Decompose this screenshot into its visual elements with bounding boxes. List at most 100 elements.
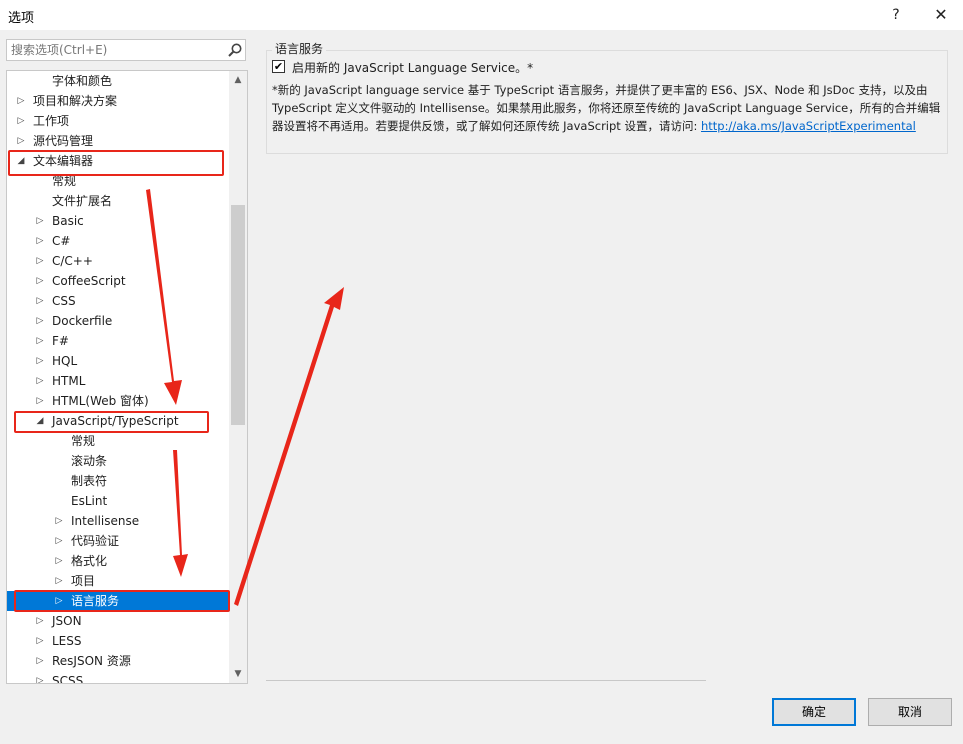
- tree-item[interactable]: EsLint: [7, 491, 229, 511]
- expand-arrow-icon[interactable]: [34, 191, 46, 211]
- expand-arrow-icon[interactable]: ▷: [34, 231, 46, 251]
- expand-arrow-icon[interactable]: [53, 471, 65, 491]
- expand-arrow-icon[interactable]: ▷: [34, 631, 46, 651]
- tree-item-label: HTML(Web 窗体): [52, 394, 149, 408]
- tree-item-label: 项目和解决方案: [33, 94, 118, 108]
- scroll-up-arrow[interactable]: ▲: [229, 71, 247, 89]
- tree-item[interactable]: 文件扩展名: [7, 191, 229, 211]
- tree-item-label: 项目: [71, 574, 96, 588]
- tree-item-label: C#: [52, 234, 71, 248]
- window-title: 选项: [8, 11, 35, 26]
- tree-item[interactable]: ▷ Basic: [7, 211, 229, 231]
- tree-item[interactable]: ▷ 项目和解决方案: [7, 91, 229, 111]
- tree-item-label: CoffeeScript: [52, 274, 126, 288]
- expand-arrow-icon[interactable]: ▷: [34, 331, 46, 351]
- highlight-text-editor: [8, 150, 224, 176]
- tree-item-label: C/C++: [52, 254, 93, 268]
- tree-item[interactable]: ▷ 源代码管理: [7, 131, 229, 151]
- tree-item[interactable]: ▷ 代码验证: [7, 531, 229, 551]
- tree-item[interactable]: ▷ F#: [7, 331, 229, 351]
- tree-item[interactable]: ▷ CoffeeScript: [7, 271, 229, 291]
- scroll-down-arrow[interactable]: ▼: [229, 665, 247, 683]
- tree-item-label: 工作项: [33, 114, 70, 128]
- expand-arrow-icon[interactable]: [53, 491, 65, 511]
- expand-arrow-icon[interactable]: ▷: [34, 271, 46, 291]
- tree-item-label: HTML: [52, 374, 86, 388]
- expand-arrow-icon[interactable]: ▷: [34, 351, 46, 371]
- tree-item-label: F#: [52, 334, 69, 348]
- checkbox-label[interactable]: 启用新的 JavaScript Language Service。*: [292, 59, 533, 76]
- arrow-to-panel: [234, 287, 344, 606]
- expand-arrow-icon[interactable]: ▷: [15, 131, 27, 151]
- ok-button[interactable]: 确定: [772, 698, 856, 726]
- cancel-button[interactable]: 取消: [868, 698, 952, 726]
- tree-item[interactable]: ▷ HQL: [7, 351, 229, 371]
- expand-arrow-icon[interactable]: [53, 431, 65, 451]
- expand-arrow-icon[interactable]: ▷: [53, 531, 65, 551]
- expand-arrow-icon[interactable]: ▷: [53, 571, 65, 591]
- tree-item-label: 滚动条: [71, 454, 108, 468]
- tree-item[interactable]: ▷ 工作项: [7, 111, 229, 131]
- tree-item-label: 常规: [71, 434, 96, 448]
- tree-item[interactable]: 常规: [7, 431, 229, 451]
- tree-item-label: Intellisense: [71, 514, 140, 528]
- tree-item[interactable]: ▷ 格式化: [7, 551, 229, 571]
- tree-item-label: 代码验证: [71, 534, 120, 548]
- tree-item[interactable]: ▷ SCSS: [7, 671, 229, 684]
- expand-arrow-icon[interactable]: ▷: [53, 551, 65, 571]
- experimental-link[interactable]: http://aka.ms/JavaScriptExperimental: [701, 119, 916, 133]
- divider: [266, 680, 706, 681]
- tree-item[interactable]: ▷ C/C++: [7, 251, 229, 271]
- tree-item-label: SCSS: [52, 674, 84, 684]
- tree-item[interactable]: ▷ Intellisense: [7, 511, 229, 531]
- tree-item[interactable]: 制表符: [7, 471, 229, 491]
- tree-item[interactable]: ▷ Dockerfile: [7, 311, 229, 331]
- scroll-thumb[interactable]: [231, 205, 245, 425]
- tree-item-label: EsLint: [71, 494, 108, 508]
- title-bar: 选项 ? ✕: [0, 0, 963, 30]
- highlight-javascript-typescript: [14, 411, 209, 433]
- expand-arrow-icon[interactable]: ▷: [34, 291, 46, 311]
- tree-item-label: 格式化: [71, 554, 108, 568]
- tree-item[interactable]: 字体和颜色: [7, 71, 229, 91]
- tree-item[interactable]: ▷ C#: [7, 231, 229, 251]
- expand-arrow-icon[interactable]: ▷: [34, 311, 46, 331]
- tree-item[interactable]: ▷ HTML: [7, 371, 229, 391]
- tree-item[interactable]: ▷ HTML(Web 窗体): [7, 391, 229, 411]
- tree-item-label: ResJSON 资源: [52, 654, 131, 668]
- tree-item[interactable]: ▷ CSS: [7, 291, 229, 311]
- expand-arrow-icon[interactable]: ▷: [34, 671, 46, 683]
- expand-arrow-icon[interactable]: ▷: [34, 391, 46, 411]
- tree-item-label: 文件扩展名: [52, 194, 113, 208]
- tree-item[interactable]: ▷ 项目: [7, 571, 229, 591]
- tree-item-label: 源代码管理: [33, 134, 94, 148]
- expand-arrow-icon[interactable]: ▷: [15, 111, 27, 131]
- tree-item[interactable]: ▷ JSON: [7, 611, 229, 631]
- expand-arrow-icon[interactable]: ▷: [53, 511, 65, 531]
- tree-item-label: 制表符: [71, 474, 108, 488]
- expand-arrow-icon[interactable]: ▷: [34, 371, 46, 391]
- expand-arrow-icon[interactable]: ▷: [34, 611, 46, 631]
- tree-item[interactable]: 滚动条: [7, 451, 229, 471]
- expand-arrow-icon[interactable]: [34, 71, 46, 91]
- tree-item-label: Basic: [52, 214, 84, 228]
- tree-item-label: JSON: [52, 614, 82, 628]
- highlight-language-service: [14, 590, 230, 612]
- expand-arrow-icon[interactable]: ▷: [34, 651, 46, 671]
- expand-arrow-icon[interactable]: ▷: [34, 251, 46, 271]
- tree-scrollbar[interactable]: ▲ ▼: [229, 71, 247, 683]
- close-button[interactable]: ✕: [921, 2, 961, 28]
- expand-arrow-icon[interactable]: [53, 451, 65, 471]
- search-icon[interactable]: [227, 42, 243, 58]
- help-button[interactable]: ?: [876, 2, 916, 28]
- tree-item-label: LESS: [52, 634, 82, 648]
- expand-arrow-icon[interactable]: ▷: [15, 91, 27, 111]
- tree-item[interactable]: ▷ ResJSON 资源: [7, 651, 229, 671]
- tree-item[interactable]: ▷ LESS: [7, 631, 229, 651]
- service-description: *新的 JavaScript language service 基于 TypeS…: [272, 81, 946, 135]
- tree-item-label: Dockerfile: [52, 314, 113, 328]
- search-box: [6, 39, 246, 61]
- enable-js-language-service-checkbox[interactable]: ✔: [272, 60, 285, 73]
- search-input[interactable]: [7, 40, 225, 60]
- expand-arrow-icon[interactable]: ▷: [34, 211, 46, 231]
